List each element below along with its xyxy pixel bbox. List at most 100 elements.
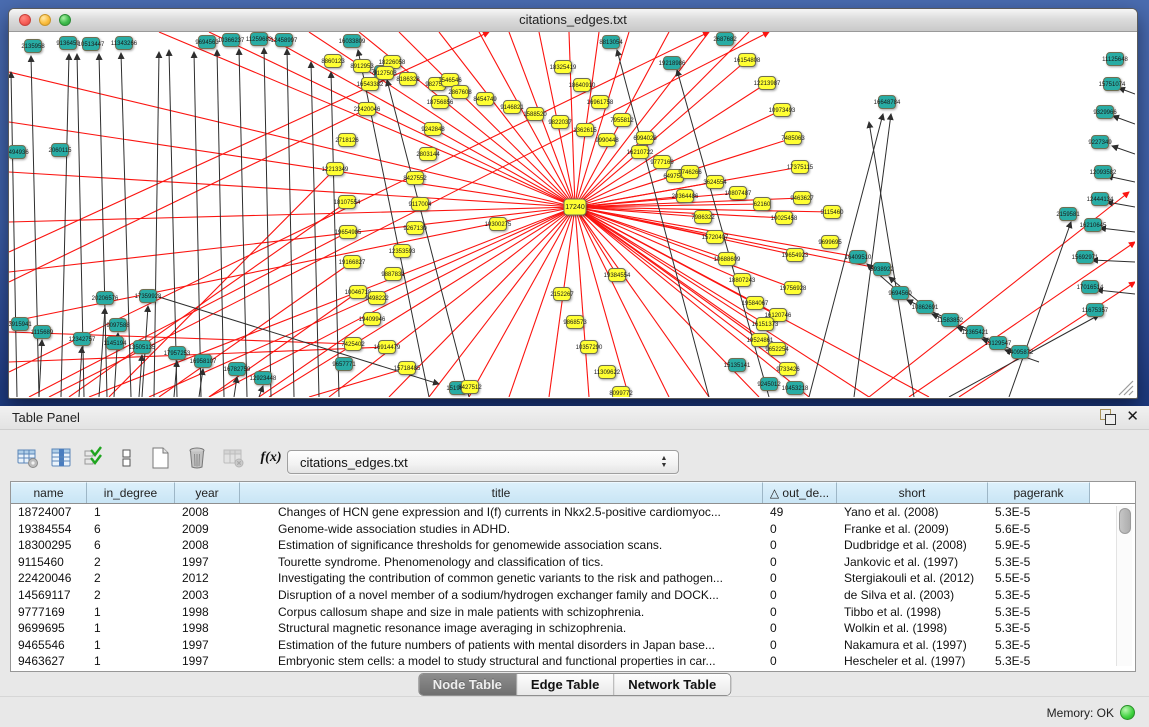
yellow-node[interactable]: 16914479 — [374, 341, 401, 354]
yellow-node[interactable]: 9463627 — [790, 192, 814, 205]
yellow-node[interactable]: 7485063 — [781, 132, 805, 145]
yellow-node[interactable]: 10357290 — [576, 341, 603, 354]
teal-node[interactable]: 2135958 — [21, 40, 45, 53]
teal-node[interactable]: 17016514 — [1077, 281, 1104, 294]
memory-status[interactable]: Memory: OK — [1047, 705, 1135, 720]
delete-table-icon[interactable] — [183, 444, 211, 472]
yellow-node[interactable]: 8099772 — [609, 387, 633, 398]
table-row[interactable]: 946362711997Embryonic stem cells: a mode… — [11, 653, 1135, 670]
teal-node[interactable]: 9227349 — [1088, 136, 1112, 149]
yellow-node[interactable]: 1546546 — [438, 74, 462, 87]
table-scrollbar-thumb[interactable] — [1119, 508, 1131, 534]
yellow-node[interactable]: 16961758 — [587, 96, 614, 109]
table-row[interactable]: 946554611997Estimation of the future num… — [11, 637, 1135, 654]
yellow-node[interactable]: 11309622 — [594, 366, 621, 379]
yellow-node[interactable]: 9267130 — [403, 222, 427, 235]
teal-node[interactable]: 12093582 — [1090, 166, 1117, 179]
yellow-node[interactable]: 12353593 — [389, 245, 416, 258]
table-row[interactable]: 1872400712008Changes of HCN gene express… — [11, 504, 1135, 521]
yellow-node[interactable]: 1362615 — [573, 124, 597, 137]
yellow-node[interactable]: 19384554 — [604, 269, 631, 282]
teal-node[interactable]: 14095872 — [1007, 346, 1034, 359]
yellow-node[interactable]: 9699695 — [818, 236, 842, 249]
yellow-node[interactable]: 2867608 — [448, 86, 472, 99]
teal-node[interactable]: 3915941 — [9, 318, 32, 331]
resize-grip-icon[interactable] — [1119, 381, 1133, 395]
teal-node[interactable]: 16210645 — [1080, 219, 1107, 232]
yellow-node[interactable]: 16210722 — [627, 146, 654, 159]
yellow-node[interactable]: 1588520 — [523, 108, 547, 121]
yellow-node[interactable]: 16154808 — [734, 54, 761, 67]
yellow-node[interactable]: 9746266 — [678, 166, 702, 179]
yellow-node[interactable]: 15718485 — [394, 362, 421, 375]
teal-node[interactable]: 9657771 — [332, 358, 356, 371]
network-window-titlebar[interactable]: citations_edges.txt — [9, 9, 1137, 32]
column-header-pagerank[interactable]: pagerank — [988, 482, 1090, 503]
teal-node[interactable]: 11125648 — [1102, 53, 1128, 66]
yellow-node[interactable]: 8912953 — [350, 60, 374, 73]
column-header-title[interactable]: title — [240, 482, 763, 503]
yellow-node[interactable]: 9652254 — [765, 343, 789, 356]
table-row[interactable]: 1830029562008Estimation of significance … — [11, 537, 1135, 554]
teal-node[interactable]: 12365421 — [962, 326, 989, 339]
yellow-node[interactable]: 8427552 — [403, 172, 427, 185]
yellow-node[interactable]: 19654923 — [782, 249, 809, 262]
table-selector-combobox[interactable]: citations_edges.txt ▲▼ — [287, 450, 679, 474]
yellow-node[interactable]: 19756928 — [780, 282, 807, 295]
teal-node[interactable]: 10862691 — [912, 301, 939, 314]
yellow-node[interactable]: 19166827 — [339, 256, 366, 269]
yellow-node[interactable]: 17240 — [564, 199, 586, 215]
citation-network-graph[interactable]: 2135958913645910513447113432669694563103… — [9, 32, 1135, 397]
table-scrollbar[interactable] — [1116, 506, 1132, 666]
teal-node[interactable]: 10513447 — [78, 38, 105, 51]
teal-node[interactable]: 1145194 — [104, 337, 128, 350]
teal-node[interactable]: 16409510 — [845, 251, 872, 264]
table-columns-icon[interactable] — [47, 444, 75, 472]
teal-node[interactable]: 10366237 — [218, 34, 245, 47]
yellow-node[interactable]: 6994028 — [633, 132, 657, 145]
yellow-node[interactable]: 18756856 — [427, 96, 454, 109]
yellow-node[interactable]: 9117004 — [409, 198, 433, 211]
column-header-out_de[interactable]: △ out_de... — [763, 482, 837, 503]
yellow-node[interactable]: 8860123 — [321, 55, 345, 68]
yellow-node[interactable]: 18107554 — [334, 196, 361, 209]
close-panel-icon[interactable]: ✕ — [1126, 409, 1139, 425]
yellow-node[interactable]: 9822037 — [548, 116, 572, 129]
yellow-node[interactable]: 8427512 — [458, 381, 482, 394]
yellow-node[interactable]: 10025458 — [771, 212, 798, 225]
yellow-node[interactable]: 9777169 — [650, 156, 674, 169]
table-row[interactable]: 1938455462009Genome-wide association stu… — [11, 521, 1135, 538]
tab-network-table[interactable]: Network Table — [614, 674, 730, 695]
yellow-node[interactable]: 7955812 — [610, 114, 634, 127]
teal-node[interactable]: 10453218 — [782, 382, 809, 395]
yellow-node[interactable]: 8186328 — [396, 73, 420, 86]
yellow-node[interactable]: 9498222 — [365, 292, 389, 305]
teal-node[interactable]: 17957253 — [164, 347, 191, 360]
teal-node[interactable]: 9245012 — [757, 378, 781, 391]
yellow-node[interactable]: 9242848 — [421, 123, 445, 136]
teal-node[interactable]: 12458997 — [271, 34, 298, 47]
yellow-node[interactable]: 2803144 — [416, 148, 440, 161]
yellow-node[interactable]: 2718126 — [335, 134, 359, 147]
column-header-year[interactable]: year — [175, 482, 240, 503]
teal-node[interactable]: 9694560 — [888, 287, 912, 300]
table-row[interactable]: 2242004622012Investigating the contribut… — [11, 570, 1135, 587]
yellow-node[interactable]: 12213987 — [754, 77, 781, 90]
column-header-short[interactable]: short — [837, 482, 988, 503]
column-pair-icon[interactable] — [113, 444, 141, 472]
yellow-node[interactable]: 20364486 — [672, 190, 699, 203]
yellow-node[interactable]: 2152267 — [550, 288, 574, 301]
teal-node[interactable]: 11343266 — [111, 37, 138, 50]
teal-node[interactable]: 2687682 — [713, 33, 737, 46]
combobox-stepper-icon[interactable]: ▲▼ — [654, 455, 678, 469]
yellow-node[interactable]: 18325419 — [550, 61, 577, 74]
new-table-icon[interactable] — [146, 444, 174, 472]
yellow-node[interactable]: 9887831 — [381, 268, 405, 281]
teal-node[interactable]: 15751074 — [1099, 78, 1126, 91]
yellow-node[interactable]: 62160 — [754, 198, 772, 211]
teal-node[interactable]: 20206576 — [92, 292, 119, 305]
table-row[interactable]: 969969511998Structural magnetic resonanc… — [11, 620, 1135, 637]
tab-edge-table[interactable]: Edge Table — [517, 674, 614, 695]
teal-node[interactable]: 9097588 — [106, 319, 130, 332]
yellow-node[interactable]: 7986322 — [691, 211, 715, 224]
